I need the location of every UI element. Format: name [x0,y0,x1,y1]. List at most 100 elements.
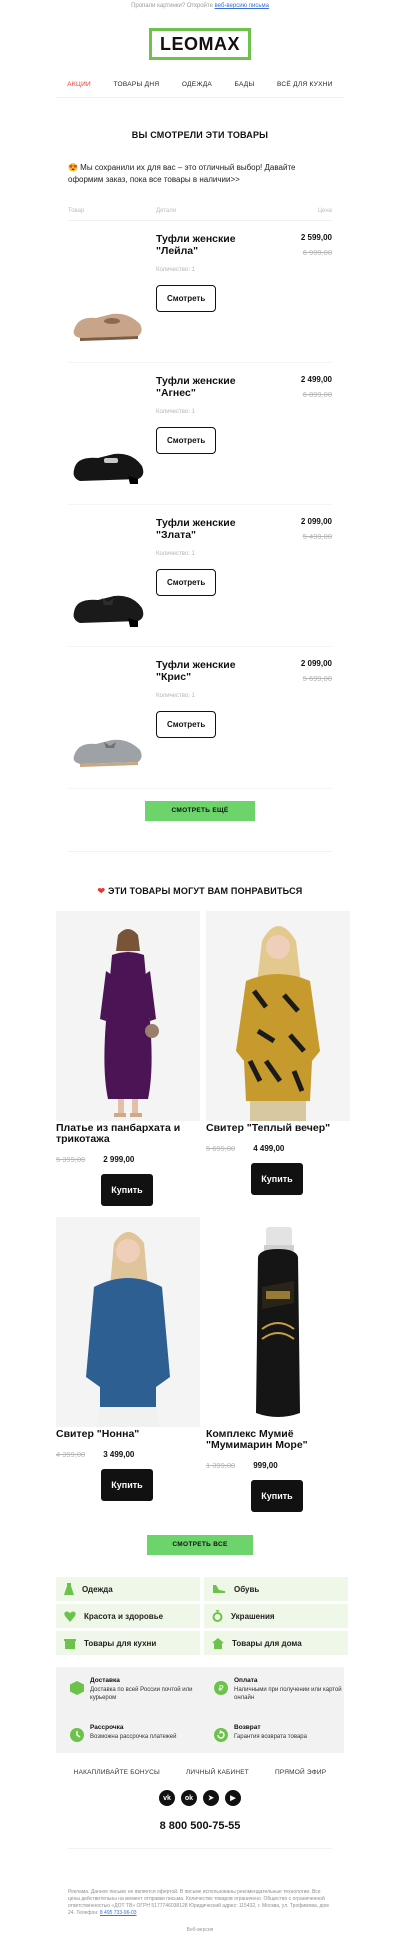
product-title[interactable]: Туфли женские "Агнес" [156,375,256,399]
product-name[interactable]: Платье из панбархата и трикотажа [56,1123,200,1145]
ring-icon [212,1610,223,1622]
product-title[interactable]: Туфли женские "Крис" [156,659,256,683]
nav-item-clothes[interactable]: ОДЕЖДА [182,81,212,88]
nav-item-sales[interactable]: АКЦИИ [67,81,91,88]
buy-button[interactable]: Купить [251,1480,303,1512]
product-price: 4 499,00 [253,1144,285,1153]
bottle-image [206,1217,350,1427]
live-link[interactable]: ПРЯМОЙ ЭФИР [275,1769,326,1776]
logo[interactable]: LEOMAX [148,28,251,60]
phone-number[interactable]: 8 800 500-75-55 [0,1820,400,1832]
woman-in-blue-sweater-image [56,1217,200,1427]
heart-icon [64,1611,76,1622]
product-old-price: 6 899,00 [302,390,332,399]
info-title: Рассрочка [90,1723,124,1731]
youtube-icon[interactable]: ▶ [225,1790,241,1806]
category-label: Украшения [231,1611,275,1621]
view-button[interactable]: Смотреть [156,427,217,454]
clock-icon [70,1727,84,1742]
see-more-button[interactable]: СМОТРЕТЬ ЕЩЁ [145,801,255,821]
product-title[interactable]: Туфли женские "Лейла" [156,233,256,257]
product-photo-mumie[interactable] [206,1217,350,1427]
vk-icon[interactable]: vk [159,1790,175,1806]
shoe-image[interactable] [68,505,156,646]
info-title: Оплата [234,1677,258,1684]
info-text: Доставка по всей России почтой или курье… [90,1687,193,1701]
web-version-footer-link[interactable]: Веб-версия [0,1927,400,1933]
category-beauty[interactable]: Красота и здоровье [56,1604,200,1628]
category-shoes[interactable]: Обувь [204,1577,348,1601]
recommend-title-text: ЭТИ ТОВАРЫ МОГУТ ВАМ ПОНРАВИТЬСЯ [107,886,303,896]
return-icon [214,1727,228,1742]
footer-divider [68,1848,332,1849]
nav-item-kitchen[interactable]: ВСЁ ДЛЯ КУХНИ [277,81,333,88]
product-price: 2 099,00 [300,517,332,526]
category-jewelry[interactable]: Украшения [204,1604,348,1628]
see-all-button[interactable]: СМОТРЕТЬ ВСЕ [147,1535,253,1555]
house-icon [212,1637,224,1649]
shoe-icon [73,739,142,767]
recommend-grid: Платье из панбархата и трикотажа 5 399,0… [56,911,400,1513]
bonus-link[interactable]: НАКАПЛИВАЙТЕ БОНУСЫ [74,1769,160,1776]
info-payment: ₽ Оплата Наличными при получении или карт… [214,1677,358,1714]
telegram-icon[interactable]: ➤ [203,1790,219,1806]
dress-icon [64,1583,74,1595]
view-button[interactable]: Смотреть [156,711,217,738]
category-kitchen[interactable]: Товары для кухни [56,1631,200,1655]
product-name[interactable]: Свитер "Нонна" [56,1429,200,1440]
web-version-link[interactable]: веб-версию письма [215,3,269,9]
category-label: Товары для кухни [84,1638,157,1648]
product-qty: Количество: 1 [156,267,195,273]
product-card: Свитер "Нонна" 4 399,00 3 499,00 Купить [56,1217,200,1513]
info-text: Гарантия возврата товара [234,1733,307,1740]
category-label: Одежда [82,1584,113,1594]
product-price: 999,00 [253,1461,278,1470]
email-page: Пропали картинки? Откройте веб-версию пи… [0,0,400,1943]
table-row: Туфли женские "Крис" Количество: 1 Смотр… [68,647,332,789]
product-price: 3 499,00 [103,1450,135,1459]
buy-button[interactable]: Купить [251,1163,303,1195]
view-button[interactable]: Смотреть [156,285,217,312]
table-row: Туфли женские "Злата" Количество: 1 Смот… [68,505,332,647]
product-photo-sweater-blue[interactable] [56,1217,200,1427]
woman-in-sweater-image [206,911,350,1121]
heart-icon: ❤ [97,886,106,896]
product-card: Платье из панбархата и трикотажа 5 399,0… [56,911,200,1217]
info-text: Наличными при получении или картой онлай… [234,1687,342,1701]
account-link[interactable]: ЛИЧНЫЙ КАБИНЕТ [186,1769,249,1776]
preheader-text: Пропали картинки? Откройте [131,3,213,9]
category-label: Красота и здоровье [84,1611,164,1621]
product-photo-dress[interactable] [56,911,200,1121]
category-clothes[interactable]: Одежда [56,1577,200,1601]
preheader: Пропали картинки? Откройте веб-версию пи… [0,0,400,14]
shoe-image[interactable] [68,647,156,788]
product-price: 2 999,00 [103,1155,135,1164]
product-photo-sweater-leopard[interactable] [206,911,350,1121]
product-qty: Количество: 1 [156,409,195,415]
shoe-image[interactable] [68,363,156,504]
product-old-price: 5 699,00 [206,1144,236,1153]
nav-item-day-goods[interactable]: ТОВАРЫ ДНЯ [113,81,159,88]
buy-button[interactable]: Купить [101,1469,153,1501]
product-name[interactable]: Комплекс Мумиё "Мумимарин Море" [206,1429,350,1451]
product-qty: Количество: 1 [156,551,195,557]
buy-button[interactable]: Купить [101,1174,153,1206]
nav-item-supplements[interactable]: БАДЫ [235,81,255,88]
social-links: vk ok ➤ ▶ [0,1790,400,1806]
product-price: 2 099,00 [300,659,332,668]
product-old-price: 5 499,00 [302,532,332,541]
pot-icon [64,1638,76,1649]
category-home[interactable]: Товары для дома [204,1631,348,1655]
woman-in-dress-image [56,911,200,1121]
shoe-icon [73,595,144,627]
table-row: Туфли женские "Лейла" Количество: 1 Смот… [68,221,332,363]
legal-phone-link[interactable]: 8 495 733-96-03 [100,1910,137,1916]
svg-text:₽: ₽ [218,1684,223,1693]
ruble-icon: ₽ [214,1681,228,1695]
product-title[interactable]: Туфли женские "Злата" [156,517,256,541]
product-name[interactable]: Свитер "Теплый вечер" [206,1123,350,1134]
shoe-image[interactable] [68,221,156,362]
view-button[interactable]: Смотреть [156,569,217,596]
ok-icon[interactable]: ok [181,1790,197,1806]
col-details: Детали [156,208,177,214]
